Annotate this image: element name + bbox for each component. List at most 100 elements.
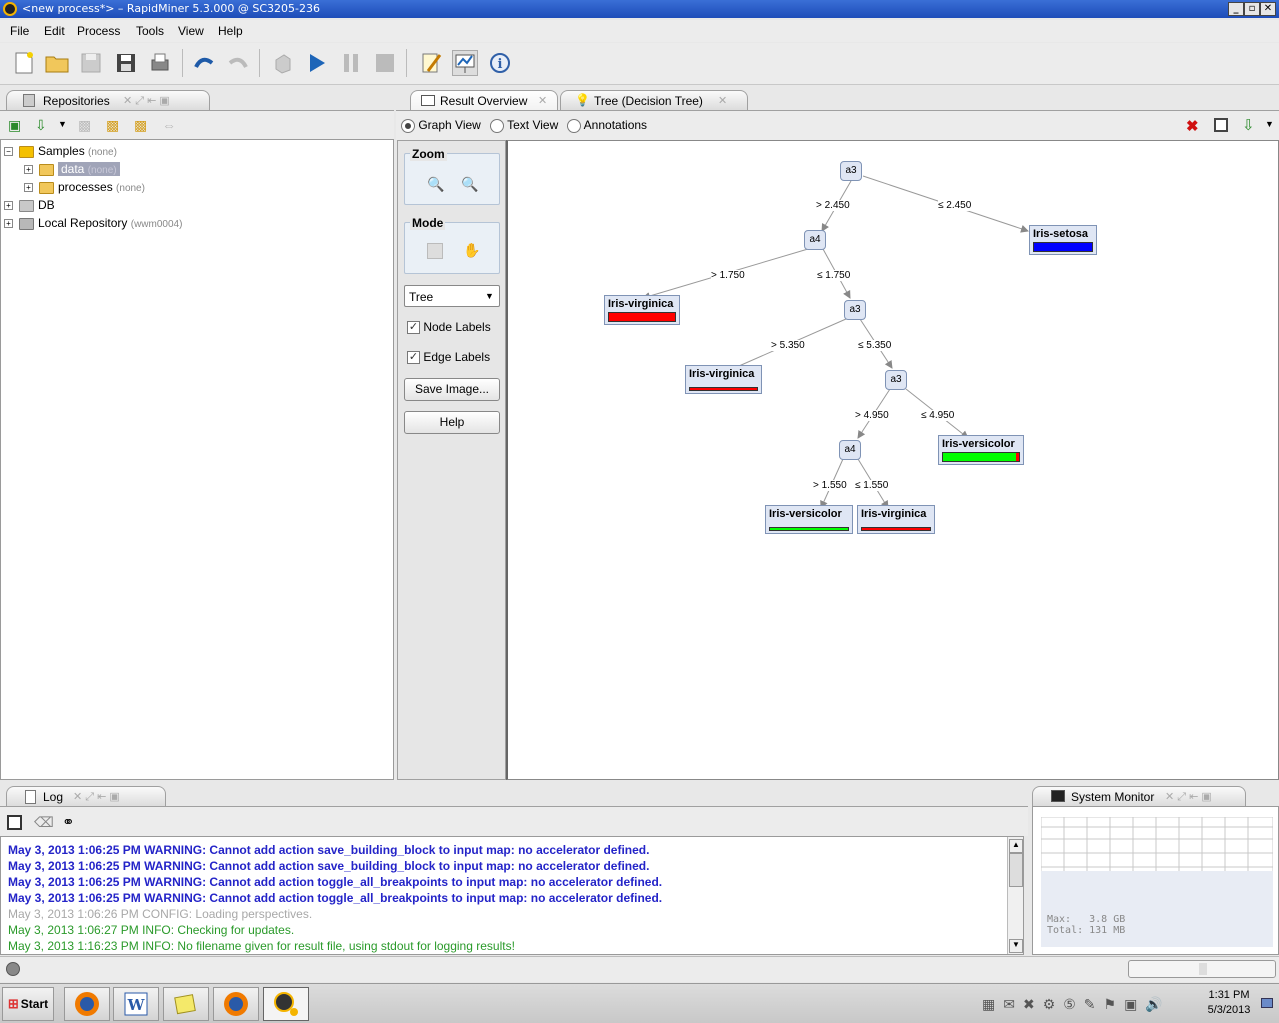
export-icon[interactable]: ⇩ — [1242, 116, 1255, 134]
edge-label: ≤ 5.350 — [858, 340, 892, 351]
rapidminer-taskbar-icon[interactable] — [263, 987, 309, 1021]
word-icon[interactable]: W — [113, 987, 159, 1021]
tree-item-db[interactable]: + DB — [4, 198, 55, 212]
node-labels-checkbox[interactable]: ✓ Node Labels — [407, 320, 491, 335]
zoom-label: Zoom — [410, 147, 447, 161]
system-tray-icons[interactable]: ▦✉✖⚙⑤✎⚑▣🔊 — [982, 996, 1171, 1013]
leaf-iris-virginica[interactable]: Iris-virginica — [685, 365, 762, 394]
pause-icon[interactable] — [338, 50, 364, 76]
save-disabled-icon[interactable] — [78, 50, 104, 76]
graph-view-radio[interactable]: Graph View — [401, 118, 481, 133]
zoom-out-icon[interactable]: 🔍 — [461, 176, 478, 193]
edge-label: > 1.750 — [711, 270, 745, 281]
menu-view[interactable]: View — [178, 24, 204, 38]
clock[interactable]: 1:31 PM 5/3/2013 — [1202, 989, 1256, 1016]
tree-node-a3-root[interactable]: a3 — [840, 161, 862, 181]
save-log-icon[interactable] — [7, 815, 22, 830]
decision-tree-tab-label: Tree (Decision Tree) — [594, 94, 703, 108]
tree-node-a4[interactable]: a4 — [839, 440, 861, 460]
new-folder-icon[interactable]: ▩ — [134, 117, 147, 134]
save-image-button[interactable]: Save Image... — [404, 378, 500, 401]
tab-system-monitor[interactable]: System Monitor ✕ ⤢ ⇤ ▣ — [1032, 786, 1246, 806]
chevron-down-icon[interactable]: ▼ — [1265, 119, 1274, 129]
close-icon[interactable]: ✕ ⤢ ⇤ ▣ — [123, 94, 170, 108]
help-button[interactable]: Help — [404, 411, 500, 434]
info-icon[interactable]: i — [487, 50, 513, 76]
firefox-icon[interactable] — [213, 987, 259, 1021]
open-folder-icon[interactable] — [44, 50, 70, 76]
menu-edit[interactable]: Edit — [44, 24, 65, 38]
zoom-in-icon[interactable]: 🔍 — [427, 176, 444, 193]
close-tab-icon[interactable]: ✕ — [718, 94, 727, 107]
sticky-notes-icon[interactable] — [163, 987, 209, 1021]
monitor-icon — [1051, 790, 1065, 802]
tree-item-processes[interactable]: + processes (none) — [24, 180, 145, 194]
leaf-iris-setosa[interactable]: Iris-setosa — [1029, 225, 1097, 255]
maximize-button[interactable]: ▫ — [1244, 2, 1260, 16]
tab-log[interactable]: Log ✕ ⤢ ⇤ ▣ — [6, 786, 166, 806]
select-mode-icon[interactable] — [427, 243, 443, 259]
close-tab-icon[interactable]: ✕ — [538, 94, 547, 107]
leaf-iris-versicolor[interactable]: Iris-versicolor — [765, 505, 853, 534]
save-icon[interactable] — [1214, 118, 1228, 132]
tree-node-a3[interactable]: a3 — [885, 370, 907, 390]
main-toolbar: i — [0, 43, 1279, 85]
binoculars-icon[interactable]: ⚭ — [62, 813, 75, 831]
edge-label: > 2.450 — [816, 200, 850, 211]
leaf-iris-versicolor[interactable]: Iris-versicolor — [938, 435, 1024, 465]
print-icon[interactable] — [147, 50, 173, 76]
tab-repositories[interactable]: Repositories ✕ ⤢ ⇤ ▣ — [6, 90, 210, 110]
close-button[interactable]: ✕ — [1260, 2, 1276, 16]
stop-icon[interactable] — [372, 50, 398, 76]
tree-item-data[interactable]: + data (none) — [24, 162, 120, 176]
tree-item-local-repository[interactable]: + Local Repository (wwm0004) — [4, 216, 182, 230]
minimize-button[interactable]: _ — [1228, 2, 1244, 16]
tree-node-a3[interactable]: a3 — [844, 300, 866, 320]
scroll-down-icon[interactable]: ▼ — [1009, 939, 1023, 953]
menu-tools[interactable]: Tools — [136, 24, 164, 38]
hand-pan-icon[interactable]: ✋ — [463, 242, 480, 259]
leaf-iris-virginica[interactable]: Iris-virginica — [857, 505, 935, 534]
scroll-thumb[interactable] — [1009, 853, 1023, 887]
eraser-icon[interactable]: ⌫ — [34, 814, 54, 831]
save-as-icon[interactable] — [113, 50, 139, 76]
show-desktop-icon[interactable] — [1261, 998, 1273, 1008]
add-repository-icon[interactable]: ▣ — [8, 117, 21, 134]
annotations-radio[interactable]: Annotations — [567, 118, 647, 133]
mode-label: Mode — [410, 216, 446, 230]
new-process-icon[interactable] — [11, 50, 37, 76]
design-perspective-icon[interactable] — [418, 50, 444, 76]
layout-select[interactable]: Tree ▼ — [404, 285, 500, 307]
redo-disabled-icon[interactable] — [225, 50, 251, 76]
result-perspective-icon[interactable] — [452, 50, 478, 76]
open-disabled-icon[interactable]: ▩ — [78, 117, 91, 134]
menu-file[interactable]: File — [10, 24, 29, 38]
zoom-group: Zoom 🔍 🔍 — [404, 147, 500, 205]
edge-labels-checkbox[interactable]: ✓ Edge Labels — [407, 350, 490, 365]
tab-result-overview[interactable]: Result Overview ✕ — [410, 90, 558, 110]
title-bar: <new process*> – RapidMiner 5.3.000 @ SC… — [0, 0, 1279, 18]
firefox-icon[interactable] — [64, 987, 110, 1021]
import-icon[interactable]: ⇩ — [35, 117, 47, 134]
menu-process[interactable]: Process — [77, 24, 120, 38]
close-icon[interactable]: ✕ ⤢ ⇤ ▣ — [73, 790, 120, 804]
operator-disabled-icon[interactable] — [270, 50, 296, 76]
tree-item-samples[interactable]: − Samples (none) — [4, 144, 117, 158]
undo-icon[interactable] — [191, 50, 217, 76]
run-icon[interactable] — [304, 50, 330, 76]
chevron-down-icon[interactable]: ▼ — [58, 119, 67, 129]
tab-decision-tree[interactable]: 💡 Tree (Decision Tree) ✕ — [560, 90, 748, 110]
tree-graph-canvas[interactable]: a3 a4 a3 a3 a4 > 2.450 ≤ 2.450 > 1.750 ≤… — [506, 140, 1279, 780]
delete-icon[interactable]: ✖ — [1186, 117, 1199, 135]
close-icon[interactable]: ✕ ⤢ ⇤ ▣ — [1165, 790, 1212, 804]
log-scrollbar[interactable]: ▲ ▼ — [1007, 837, 1023, 954]
link-disabled-icon[interactable]: ⇔ — [162, 117, 176, 133]
refresh-folder-icon[interactable]: ▩ — [106, 117, 119, 134]
scroll-up-icon[interactable]: ▲ — [1009, 839, 1023, 853]
log-toolbar: ⌫ ⚭ — [0, 806, 1028, 836]
text-view-radio[interactable]: Text View — [490, 118, 558, 133]
start-button[interactable]: ⊞ Start — [2, 987, 54, 1021]
tree-node-a4[interactable]: a4 — [804, 230, 826, 250]
menu-help[interactable]: Help — [218, 24, 243, 38]
leaf-iris-virginica[interactable]: Iris-virginica — [604, 295, 680, 325]
